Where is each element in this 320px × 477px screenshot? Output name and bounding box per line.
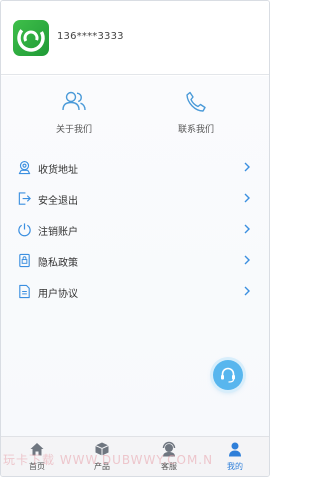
menu-item-label: 收货地址 (38, 165, 78, 176)
users-icon (62, 91, 86, 111)
logout-icon (18, 192, 31, 205)
agreement-icon (19, 284, 30, 299)
user-phone: 136****3333 (57, 31, 124, 42)
headset-icon (221, 367, 235, 383)
menu-item-label: 隐私政策 (38, 258, 78, 269)
tab-product-label: 产品 (94, 462, 110, 471)
box-icon (95, 442, 109, 456)
contact-us-label: 联系我们 (177, 125, 214, 135)
tab-home[interactable]: 首页 (15, 441, 59, 472)
power-icon (18, 223, 31, 237)
tab-service[interactable]: 客服 (147, 441, 191, 472)
phone-icon (186, 91, 206, 112)
chevron-right-icon (244, 162, 250, 172)
chevron-right-icon (244, 224, 250, 234)
tab-service-label: 客服 (161, 462, 177, 471)
location-icon (18, 161, 31, 175)
about-us-link[interactable]: 关于我们 (34, 90, 114, 135)
menu-item-logout[interactable]: 安全退出 (1, 183, 269, 214)
tab-product[interactable]: 产品 (80, 441, 124, 472)
logo-swirl-icon (17, 24, 45, 52)
settings-menu: 收货地址 安全退出 注销账户 隐私政策 用户协议 (1, 152, 269, 307)
menu-item-label: 安全退出 (38, 196, 78, 207)
customer-service-float-button[interactable] (213, 360, 243, 390)
menu-item-privacy[interactable]: 隐私政策 (1, 245, 269, 276)
chevron-right-icon (244, 193, 250, 203)
about-us-label: 关于我们 (55, 125, 92, 135)
user-icon (229, 442, 241, 457)
menu-item-label: 注销账户 (38, 227, 78, 238)
app-frame: 136****3333 关于我们 联系我们 收货地址 安全退出 注销账户 隐私政… (0, 0, 270, 477)
tab-mine[interactable]: 我的 (213, 441, 257, 472)
support-agent-icon (162, 441, 176, 457)
profile-header: 136****3333 (1, 1, 269, 75)
menu-item-label: 用户协议 (38, 289, 78, 300)
privacy-icon (19, 253, 30, 268)
chevron-right-icon (244, 255, 250, 265)
contact-us-link[interactable]: 联系我们 (156, 90, 236, 135)
app-logo-avatar[interactable] (13, 20, 49, 56)
tab-home-label: 首页 (29, 462, 45, 471)
menu-item-delete-account[interactable]: 注销账户 (1, 214, 269, 245)
bottom-tab-bar: 首页 产品 客服 我的 (1, 436, 269, 476)
tab-mine-label: 我的 (227, 462, 243, 471)
menu-item-address[interactable]: 收货地址 (1, 152, 269, 183)
chevron-right-icon (244, 286, 250, 296)
home-icon (30, 443, 44, 456)
menu-item-user-agreement[interactable]: 用户协议 (1, 276, 269, 307)
